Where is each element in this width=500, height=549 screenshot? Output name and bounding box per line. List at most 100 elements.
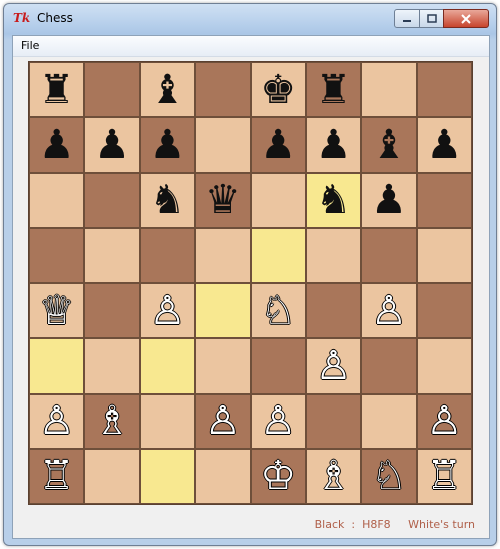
square-g6[interactable]: ♟ — [361, 172, 417, 228]
black-piece[interactable]: ♜ — [316, 70, 352, 110]
white-piece[interactable]: ♖ — [39, 456, 75, 496]
square-e8[interactable]: ♚ — [250, 62, 306, 118]
square-f8[interactable]: ♜ — [305, 62, 362, 118]
black-piece[interactable]: ♟ — [150, 125, 186, 165]
square-e6[interactable] — [250, 172, 306, 228]
square-h1[interactable]: ♖ — [416, 448, 472, 504]
black-piece[interactable]: ♝ — [150, 70, 186, 110]
square-c2[interactable] — [139, 393, 196, 449]
black-piece[interactable]: ♟ — [371, 180, 407, 220]
white-piece[interactable]: ♙ — [39, 401, 75, 441]
square-e4[interactable]: ♘ — [250, 283, 306, 339]
square-c8[interactable]: ♝ — [139, 62, 196, 118]
square-f2[interactable] — [305, 393, 362, 449]
square-a5[interactable] — [29, 227, 85, 283]
square-g1[interactable]: ♘ — [361, 448, 417, 504]
white-piece[interactable]: ♙ — [316, 346, 352, 386]
square-f1[interactable]: ♗ — [305, 448, 362, 504]
square-a2[interactable]: ♙ — [29, 393, 85, 449]
square-h5[interactable] — [416, 227, 472, 283]
square-b2[interactable]: ♗ — [84, 393, 140, 449]
black-piece[interactable]: ♛ — [205, 180, 241, 220]
square-e2[interactable]: ♙ — [250, 393, 306, 449]
square-g4[interactable]: ♙ — [361, 283, 417, 339]
square-h2[interactable]: ♙ — [416, 393, 472, 449]
square-c7[interactable]: ♟ — [139, 117, 196, 173]
square-d6[interactable]: ♛ — [195, 172, 251, 228]
square-a7[interactable]: ♟ — [29, 117, 85, 173]
square-b3[interactable] — [84, 338, 140, 394]
square-d5[interactable] — [195, 227, 251, 283]
white-piece[interactable]: ♗ — [316, 456, 352, 496]
black-piece[interactable]: ♟ — [39, 125, 75, 165]
white-piece[interactable]: ♙ — [426, 401, 462, 441]
white-piece[interactable]: ♙ — [260, 401, 296, 441]
square-a6[interactable] — [29, 172, 85, 228]
square-b6[interactable] — [84, 172, 140, 228]
minimize-button[interactable] — [394, 9, 420, 28]
square-d2[interactable]: ♙ — [195, 393, 251, 449]
square-c1[interactable] — [139, 448, 196, 504]
square-b8[interactable] — [84, 62, 140, 118]
square-e5[interactable] — [250, 227, 306, 283]
square-a3[interactable] — [29, 338, 85, 394]
square-f5[interactable] — [305, 227, 362, 283]
white-piece[interactable]: ♘ — [260, 291, 296, 331]
black-piece[interactable]: ♝ — [371, 125, 407, 165]
square-g8[interactable] — [361, 62, 417, 118]
square-c5[interactable] — [139, 227, 196, 283]
black-piece[interactable]: ♞ — [150, 180, 186, 220]
square-f7[interactable]: ♟ — [305, 117, 362, 173]
square-a8[interactable]: ♜ — [29, 62, 85, 118]
square-g2[interactable] — [361, 393, 417, 449]
black-piece[interactable]: ♞ — [316, 180, 352, 220]
black-piece[interactable]: ♟ — [94, 125, 130, 165]
square-g7[interactable]: ♝ — [361, 117, 417, 173]
close-button[interactable] — [443, 9, 489, 28]
square-b1[interactable] — [84, 448, 140, 504]
square-d4[interactable] — [195, 283, 251, 339]
square-d3[interactable] — [195, 338, 251, 394]
square-a1[interactable]: ♖ — [29, 448, 85, 504]
square-f6[interactable]: ♞ — [305, 172, 362, 228]
maximize-button[interactable] — [419, 9, 444, 28]
square-d1[interactable] — [195, 448, 251, 504]
square-a4[interactable]: ♕ — [29, 283, 85, 339]
white-piece[interactable]: ♘ — [371, 456, 407, 496]
white-piece[interactable]: ♔ — [260, 456, 296, 496]
square-h6[interactable] — [416, 172, 472, 228]
black-piece[interactable]: ♟ — [426, 125, 462, 165]
square-g3[interactable] — [361, 338, 417, 394]
square-e1[interactable]: ♔ — [250, 448, 306, 504]
black-piece[interactable]: ♜ — [39, 70, 75, 110]
square-h4[interactable] — [416, 283, 472, 339]
white-piece[interactable]: ♙ — [371, 291, 407, 331]
square-b5[interactable] — [84, 227, 140, 283]
square-g5[interactable] — [361, 227, 417, 283]
square-d7[interactable] — [195, 117, 251, 173]
square-h3[interactable] — [416, 338, 472, 394]
square-f3[interactable]: ♙ — [305, 338, 362, 394]
square-e7[interactable]: ♟ — [250, 117, 306, 173]
white-piece[interactable]: ♙ — [150, 291, 186, 331]
white-piece[interactable]: ♖ — [426, 456, 462, 496]
square-c3[interactable] — [139, 338, 196, 394]
square-d8[interactable] — [195, 62, 251, 118]
square-e3[interactable] — [250, 338, 306, 394]
white-piece[interactable]: ♙ — [205, 401, 241, 441]
square-h7[interactable]: ♟ — [416, 117, 472, 173]
square-b4[interactable] — [84, 283, 140, 339]
black-piece[interactable]: ♟ — [316, 125, 352, 165]
white-piece[interactable]: ♗ — [94, 401, 130, 441]
title-bar[interactable]: Tk Chess — [4, 4, 496, 34]
square-f4[interactable] — [305, 283, 362, 339]
black-piece[interactable]: ♚ — [260, 70, 296, 110]
menu-file[interactable]: File — [21, 39, 39, 52]
square-h8[interactable] — [416, 62, 472, 118]
menu-bar: File — [13, 36, 489, 57]
white-piece[interactable]: ♕ — [39, 291, 75, 331]
black-piece[interactable]: ♟ — [260, 125, 296, 165]
square-c6[interactable]: ♞ — [139, 172, 196, 228]
square-c4[interactable]: ♙ — [139, 283, 196, 339]
square-b7[interactable]: ♟ — [84, 117, 140, 173]
